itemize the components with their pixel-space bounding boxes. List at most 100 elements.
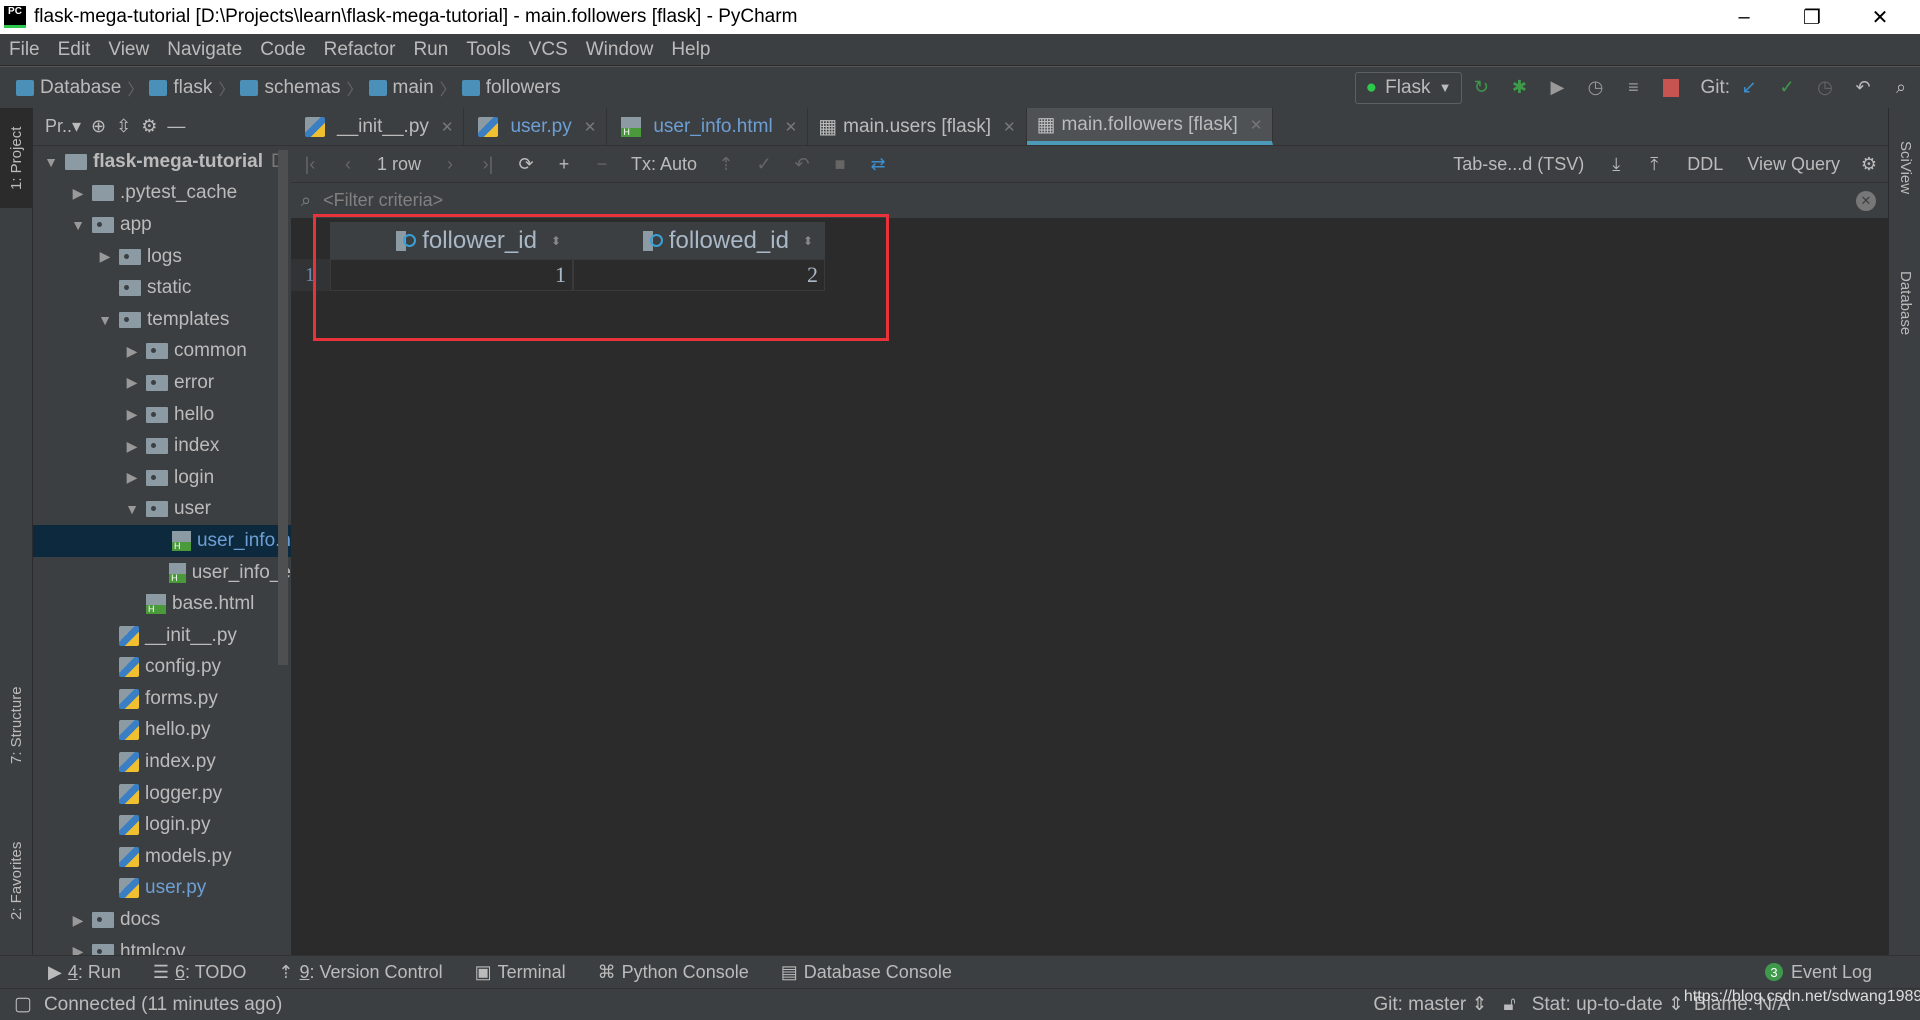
tab-user-py[interactable]: user.py ✕ [464, 108, 608, 145]
breadcrumb-item[interactable]: schemas [234, 77, 346, 99]
coverage-icon[interactable]: ▶ [1545, 76, 1569, 100]
tab-project[interactable]: 1: Project [0, 108, 33, 208]
breadcrumb-item[interactable]: Database [10, 77, 127, 99]
close-tab-icon[interactable]: ✕ [785, 118, 798, 136]
tree-item[interactable]: ▶ logs [33, 241, 291, 273]
tree-item[interactable]: ▼flask-mega-tutorialD [33, 146, 291, 178]
row-count[interactable]: 1 row [377, 154, 421, 175]
menu-edit[interactable]: Edit [49, 39, 100, 61]
tool-window-run[interactable]: ▶ 4: Run [48, 962, 121, 983]
git-revert-icon[interactable]: ↶ [1851, 76, 1875, 100]
collapse-arrow-icon[interactable]: ▶ [68, 185, 88, 202]
debug-icon[interactable]: ✱ [1507, 76, 1531, 100]
view-query-button[interactable]: View Query [1747, 154, 1840, 175]
tree-item[interactable]: user.py [33, 873, 291, 905]
clear-filter-icon[interactable]: ✕ [1856, 190, 1876, 211]
search-icon[interactable]: ⌕ [1889, 76, 1913, 100]
tree-item[interactable]: ▶ hello [33, 399, 291, 431]
project-scrollbar[interactable] [278, 150, 288, 665]
tree-item[interactable]: __init__.py [33, 620, 291, 652]
git-history-icon[interactable]: ◷ [1813, 76, 1837, 100]
export-icon[interactable]: ⤓ [1604, 152, 1628, 176]
tab--init-py[interactable]: __init__.py ✕ [291, 108, 465, 145]
tree-item[interactable]: models.py [33, 841, 291, 873]
cancel-query-icon[interactable]: ■ [828, 152, 852, 176]
tree-item[interactable]: ▼ templates [33, 304, 291, 336]
gear-icon[interactable]: ⚙ [141, 116, 157, 137]
close-button[interactable]: ✕ [1852, 0, 1908, 34]
rerun-icon[interactable]: ↻ [1469, 76, 1493, 100]
tool-window-python-console[interactable]: ⌘ Python Console [598, 962, 749, 983]
tree-item[interactable]: ▼ app [33, 209, 291, 241]
settings-gear-icon[interactable]: ⚙ [1857, 152, 1881, 176]
tool-window-terminal[interactable]: ▣ Terminal [475, 962, 566, 983]
menu-refactor[interactable]: Refactor [315, 39, 405, 61]
commit-icon[interactable]: ✓ [752, 152, 776, 176]
tool-window-todo[interactable]: ☰ 6: TODO [153, 962, 247, 983]
tree-item[interactable]: static [33, 272, 291, 304]
tx-mode-dropdown[interactable]: Tx: Auto [631, 154, 697, 175]
collapse-arrow-icon[interactable]: ▶ [122, 374, 142, 391]
lock-icon[interactable]: 🔓︎ [1503, 994, 1515, 1016]
tree-item[interactable]: Huser_info.h [33, 525, 291, 557]
collapse-all-icon[interactable]: ⇳ [116, 116, 131, 137]
tab-database[interactable]: Database [1889, 248, 1920, 358]
profile-icon[interactable]: ◷ [1583, 76, 1607, 100]
menu-navigate[interactable]: Navigate [158, 39, 251, 61]
close-tab-icon[interactable]: ✕ [1003, 118, 1016, 136]
breadcrumb-item[interactable]: flask [143, 77, 218, 99]
delete-row-icon[interactable]: − [590, 152, 614, 176]
tool-window-version-control[interactable]: ⇡ 9: Version Control [278, 962, 442, 983]
git-commit-icon[interactable]: ✓ [1775, 76, 1799, 100]
tree-item[interactable]: forms.py [33, 683, 291, 715]
close-tab-icon[interactable]: ✕ [441, 118, 454, 136]
tree-item[interactable]: hello.py [33, 715, 291, 747]
prev-page-icon[interactable]: ‹ [336, 152, 360, 176]
minimize-button[interactable]: – [1716, 0, 1772, 34]
collapse-arrow-icon[interactable]: ▶ [68, 943, 88, 955]
menu-file[interactable]: File [0, 39, 49, 61]
tool-window-database-console[interactable]: ▤ Database Console [781, 962, 952, 983]
project-view-dropdown[interactable]: Pr..▾ [45, 116, 81, 137]
filter-input[interactable]: <Filter criteria> [323, 190, 1844, 211]
breadcrumb-item[interactable]: followers [456, 77, 567, 99]
next-page-icon[interactable]: › [438, 152, 462, 176]
tree-item[interactable]: ▶ index [33, 430, 291, 462]
git-branch[interactable]: Git: master ⇕ [1373, 993, 1487, 1016]
event-log-button[interactable]: 3 Event Log [1764, 962, 1872, 983]
rollback-icon[interactable]: ↶ [790, 152, 814, 176]
compare-icon[interactable]: ⇄ [866, 152, 890, 176]
collapse-arrow-icon[interactable]: ▶ [122, 343, 142, 360]
menu-vcs[interactable]: VCS [520, 39, 577, 61]
tree-item[interactable]: config.py [33, 652, 291, 684]
import-icon[interactable]: ⤒ [1642, 152, 1666, 176]
tree-item[interactable]: ▶ error [33, 367, 291, 399]
last-page-icon[interactable]: ›| [476, 152, 500, 176]
tree-item[interactable]: Hbase.html [33, 588, 291, 620]
menu-run[interactable]: Run [404, 39, 457, 61]
tree-item[interactable]: ▶ docs [33, 904, 291, 936]
menu-code[interactable]: Code [251, 39, 314, 61]
close-tab-icon[interactable]: ✕ [1250, 116, 1263, 134]
expand-arrow-icon[interactable]: ▼ [95, 312, 115, 328]
menu-tools[interactable]: Tools [457, 39, 519, 61]
menu-window[interactable]: Window [577, 39, 663, 61]
expand-arrow-icon[interactable]: ▼ [41, 154, 61, 170]
menu-view[interactable]: View [99, 39, 158, 61]
ddl-button[interactable]: DDL [1687, 154, 1723, 175]
tree-item[interactable]: index.py [33, 746, 291, 778]
tree-item[interactable]: ▶ login [33, 462, 291, 494]
collapse-arrow-icon[interactable]: ▶ [122, 406, 142, 423]
tree-item[interactable]: ▶ .pytest_cache [33, 178, 291, 210]
tab-favorites[interactable]: 2: Favorites [0, 818, 33, 943]
vcs-stat[interactable]: Stat: up-to-date ⇕ [1532, 993, 1684, 1016]
breadcrumb-item[interactable]: main [363, 77, 440, 99]
tree-item[interactable]: login.py [33, 809, 291, 841]
tab-user-info-html[interactable]: Huser_info.html ✕ [607, 108, 809, 145]
git-update-icon[interactable]: ↙ [1737, 76, 1761, 100]
add-row-icon[interactable]: + [552, 152, 576, 176]
tab-structure[interactable]: 7: Structure [0, 663, 33, 788]
status-panel-icon[interactable]: ▢ [14, 993, 32, 1016]
first-page-icon[interactable]: |‹ [298, 152, 322, 176]
collapse-arrow-icon[interactable]: ▶ [122, 469, 142, 486]
